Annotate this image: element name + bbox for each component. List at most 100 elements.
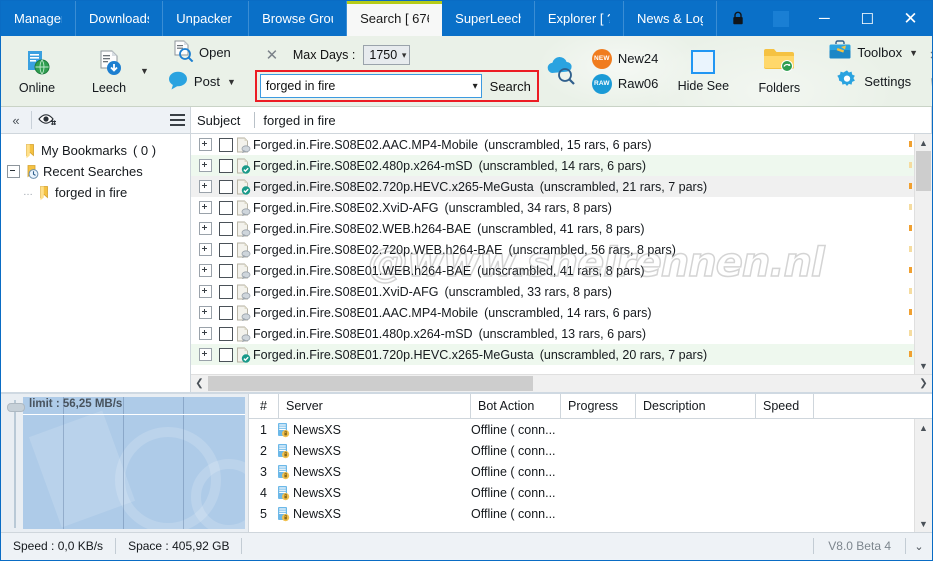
clear-search-icon[interactable]: ✕ [259,46,285,64]
tree-item-my-bookmarks[interactable]: My Bookmarks ( 0 ) [1,140,190,161]
chevron-down-icon[interactable]: ▾ [469,81,478,92]
row-expander-icon[interactable] [199,348,212,361]
table-row[interactable]: Forged.in.Fire.S08E02.720p.WEB.h264-BAE (… [191,239,914,260]
server-vertical-scrollbar[interactable]: ▲ ▼ [914,419,932,532]
table-row[interactable]: Forged.in.Fire.S08E02.480p.x264-mSD (unsc… [191,155,914,176]
row-checkbox[interactable] [219,284,233,299]
row-checkbox[interactable] [219,137,233,152]
tree-expander-icon[interactable] [7,165,20,178]
hide-seen-button[interactable]: Hide See [672,40,734,102]
table-row[interactable]: Forged.in.Fire.S08E01.720p.HEVC.x265-MeG… [191,344,914,365]
row-checkbox[interactable] [219,158,233,173]
restore-small-icon[interactable] [760,1,803,36]
row-expander-icon[interactable] [199,222,212,235]
column-header-description[interactable]: Description [636,394,756,418]
tree-item-recent-searches[interactable]: Recent Searches [1,161,190,182]
column-header-bot-action[interactable]: Bot Action [471,394,561,418]
leech-dropdown-caret[interactable]: ▼ [140,66,149,76]
tab-explorer[interactable]: Explorer [ ? [535,1,625,36]
row-checkbox[interactable] [219,200,233,215]
hamburger-icon[interactable] [164,114,190,126]
online-button[interactable]: Online [8,40,66,102]
row-checkbox[interactable] [219,221,233,236]
row-checkbox[interactable] [219,347,233,362]
table-row[interactable]: Forged.in.Fire.S08E01.AAC.MP4-Mobile (uns… [191,302,914,323]
row-expander-icon[interactable] [199,327,212,340]
scroll-up-arrow-icon[interactable]: ▲ [915,134,932,151]
table-row[interactable]: Forged.in.Fire.S08E01.WEB.h264-BAE (unscr… [191,260,914,281]
search-combo[interactable]: ▾ [259,74,482,98]
maximize-button[interactable]: ☐ [846,1,889,36]
table-row[interactable]: 4 NewsXS Offline ( conn... [249,482,914,503]
post-button[interactable]: Post ▼ [163,68,240,95]
row-expander-icon[interactable] [199,180,212,193]
table-row[interactable]: Forged.in.Fire.S08E02.XviD-AFG (unscrambl… [191,197,914,218]
search-button[interactable]: Search [482,79,537,94]
close-button[interactable]: ✕ [889,1,932,36]
scroll-right-arrow-icon[interactable]: ❯ [915,375,932,392]
column-header-subject[interactable]: Subject [191,113,246,128]
settings-button[interactable]: Settings [831,68,915,95]
scroll-down-arrow-icon[interactable]: ▼ [915,357,932,374]
row-checkbox[interactable] [219,326,233,341]
toolbox-dropdown-caret[interactable]: ▼ [909,48,918,58]
tree-item-forged-in-fire[interactable]: … forged in fire [1,182,190,203]
tab-search[interactable]: Search [ 676 [347,1,443,36]
raw06-button[interactable]: RAW Raw06 [591,73,658,94]
post-dropdown-caret[interactable]: ▼ [227,77,236,87]
row-expander-icon[interactable] [199,264,212,277]
scroll-left-arrow-icon[interactable]: ❮ [191,375,208,392]
results-horizontal-scrollbar[interactable]: ❮ ❯ [191,374,932,392]
row-checkbox[interactable] [219,305,233,320]
row-expander-icon[interactable] [199,201,212,214]
new24-button[interactable]: NEW New24 [591,48,658,69]
table-row[interactable]: Forged.in.Fire.S08E01.480p.x264-mSD (unsc… [191,323,914,344]
eye-hash-icon[interactable] [32,112,62,129]
column-header-speed[interactable]: Speed [756,394,814,418]
row-checkbox[interactable] [219,263,233,278]
collapse-sidebar-icon[interactable]: « [1,113,31,128]
collapse-ribbon-icon[interactable] [929,47,932,63]
folders-button[interactable]: Folders [748,40,810,102]
table-row[interactable]: Forged.in.Fire.S08E01.XviD-AFG (unscrambl… [191,281,914,302]
table-row[interactable]: Forged.in.Fire.S08E02.720p.HEVC.x265-MeG… [191,176,914,197]
table-row[interactable]: 2 NewsXS Offline ( conn... [249,440,914,461]
row-expander-icon[interactable] [199,159,212,172]
tab-news-and-log[interactable]: News & Log [624,1,717,36]
row-expander-icon[interactable] [199,138,212,151]
row-expander-icon[interactable] [199,243,212,256]
pointer-hand-icon[interactable] [929,77,932,95]
status-expand-icon[interactable]: ⌄ [906,540,932,553]
scroll-up-arrow-icon[interactable]: ▲ [915,419,932,436]
tab-manager[interactable]: Manager [1,1,77,36]
column-header-progress[interactable]: Progress [561,394,636,418]
table-row[interactable]: Forged.in.Fire.S08E02.AAC.MP4-Mobile (uns… [191,134,914,155]
search-input[interactable] [265,79,469,93]
tab-browse-groups[interactable]: Browse Grou [249,1,348,36]
minimize-button[interactable]: ─ [803,1,846,36]
leech-button[interactable]: Leech [80,40,138,102]
table-row[interactable]: Forged.in.Fire.S08E02.WEB.h264-BAE (unscr… [191,218,914,239]
speed-limit-slider[interactable] [1,394,25,532]
scroll-thumb[interactable] [916,151,931,191]
scroll-down-arrow-icon[interactable]: ▼ [915,515,932,532]
results-vertical-scrollbar[interactable]: ▲ ▼ [914,134,932,374]
row-checkbox[interactable] [219,242,233,257]
lock-icon[interactable] [717,1,760,36]
max-days-select[interactable]: 1750 ▾ [363,45,411,65]
table-row[interactable]: 1 NewsXS Offline ( conn... [249,419,914,440]
table-row[interactable]: 5 NewsXS Offline ( conn... [249,503,914,524]
column-header-server[interactable]: Server [279,394,471,418]
tab-unpacker[interactable]: Unpacker [ [163,1,250,36]
row-expander-icon[interactable] [199,306,212,319]
cloud-search-icon[interactable] [541,53,579,90]
slider-knob[interactable] [7,403,25,412]
tab-downloads[interactable]: Downloads [76,1,164,36]
row-expander-icon[interactable] [199,285,212,298]
column-header-number[interactable]: # [249,394,279,418]
tab-superleech[interactable]: SuperLeech [442,1,535,36]
row-checkbox[interactable] [219,179,233,194]
toolbox-button[interactable]: Toolbox ▼ [824,39,922,66]
scroll-thumb[interactable] [208,376,533,391]
table-row[interactable]: 3 NewsXS Offline ( conn... [249,461,914,482]
